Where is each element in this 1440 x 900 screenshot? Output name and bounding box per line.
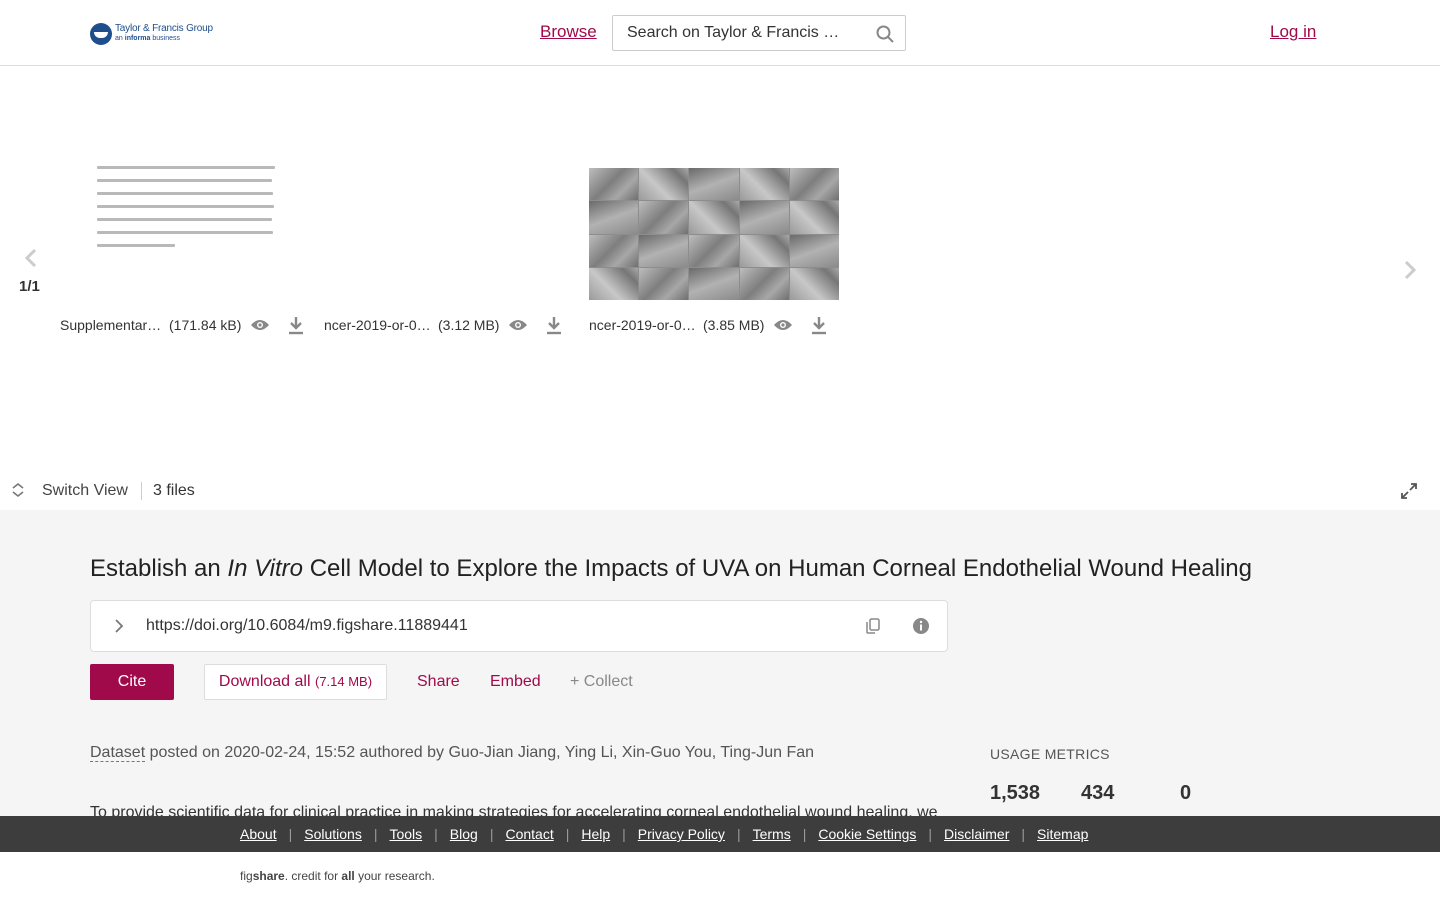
- footer-link-help[interactable]: Help: [581, 826, 610, 842]
- file-name[interactable]: ncer-2019-or-0045-File003.tif: [589, 317, 697, 333]
- file-item: ncer-2019-or-0045-File002.tif (3.12 MB): [324, 314, 565, 336]
- logo-sub: an informa business: [115, 35, 181, 42]
- cite-button[interactable]: Cite: [90, 664, 174, 700]
- logo-mark-icon: [90, 23, 112, 45]
- page-title: Establish an In Vitro Cell Model to Expl…: [90, 555, 1252, 582]
- browse-link[interactable]: Browse: [540, 22, 597, 42]
- item-type-label[interactable]: Dataset: [90, 744, 146, 762]
- toolbar-divider: [141, 482, 142, 500]
- footer-link-sitemap[interactable]: Sitemap: [1037, 826, 1088, 842]
- page-count: 1/1: [19, 278, 40, 295]
- footer-bottom: figshare. credit for all your research.: [0, 852, 1440, 900]
- footer-link-contact[interactable]: Contact: [505, 826, 553, 842]
- footer-link-tools[interactable]: Tools: [389, 826, 422, 842]
- switch-view-button[interactable]: Switch View: [42, 482, 128, 500]
- metric-downloads: 434: [1081, 782, 1115, 804]
- eye-icon[interactable]: [507, 314, 529, 336]
- file-item: ncer-2019-or-0045-File003.tif (3.85 MB): [589, 314, 830, 336]
- description: To provide scientific data for clinical …: [90, 804, 938, 816]
- file-name[interactable]: Supplementary_Figure_S1.docx: [60, 317, 163, 333]
- search-icon[interactable]: [875, 24, 895, 44]
- article-details: Establish an In Vitro Cell Model to Expl…: [0, 510, 1440, 816]
- footer-link-solutions[interactable]: Solutions: [304, 826, 362, 842]
- footer-link-cookie-settings[interactable]: Cookie Settings: [818, 826, 916, 842]
- download-all-button[interactable]: Download all (7.14 MB): [204, 664, 387, 700]
- chevron-left-icon[interactable]: [16, 243, 46, 273]
- download-icon[interactable]: [808, 314, 830, 336]
- file-size: (171.84 kB): [169, 317, 242, 333]
- doi-box: https://doi.org/10.6084/m9.figshare.1188…: [90, 600, 948, 652]
- file-viewer: 1/1 Supplementary_Figure_S1.docx (171.84…: [0, 66, 1440, 510]
- download-icon[interactable]: [285, 314, 307, 336]
- posted-info: Dataset posted on 2020-02-24, 15:52 auth…: [90, 744, 815, 762]
- metric-citations: 0: [1180, 782, 1192, 804]
- file-thumbnail-document[interactable]: [95, 166, 280, 261]
- eye-icon[interactable]: [772, 314, 794, 336]
- login-link[interactable]: Log in: [1270, 22, 1316, 42]
- file-size: (3.85 MB): [703, 317, 765, 333]
- file-item: Supplementary_Figure_S1.docx (171.84 kB): [60, 314, 307, 336]
- copy-icon[interactable]: [863, 616, 883, 636]
- file-size: (3.12 MB): [438, 317, 500, 333]
- search-box: [612, 15, 906, 51]
- footer-link-terms[interactable]: Terms: [753, 826, 791, 842]
- footer-link-disclaimer[interactable]: Disclaimer: [944, 826, 1009, 842]
- footer-links: About | Solutions | Tools | Blog | Contact | …: [240, 826, 1089, 842]
- collect-button[interactable]: + Collect: [570, 673, 633, 691]
- expand-icon[interactable]: [1400, 482, 1418, 500]
- files-count: 3 files: [153, 482, 195, 499]
- figshare-tagline: figshare. credit for all your research.: [240, 869, 435, 883]
- doi-link[interactable]: https://doi.org/10.6084/m9.figshare.1188…: [146, 617, 468, 635]
- footer-link-blog[interactable]: Blog: [450, 826, 478, 842]
- file-thumbnail-image[interactable]: [589, 168, 839, 300]
- eye-icon[interactable]: [249, 314, 271, 336]
- share-button[interactable]: Share: [417, 673, 460, 691]
- site-header: Taylor & Francis Group an informa busine…: [0, 0, 1440, 66]
- download-icon[interactable]: [543, 314, 565, 336]
- info-icon[interactable]: [911, 616, 931, 636]
- embed-button[interactable]: Embed: [490, 673, 541, 691]
- footer-link-privacy[interactable]: Privacy Policy: [638, 826, 725, 842]
- search-input[interactable]: [627, 24, 857, 42]
- metric-views: 1,538: [990, 782, 1041, 804]
- logo-name: Taylor & Francis Group: [115, 23, 213, 34]
- chevron-right-icon[interactable]: [109, 616, 129, 636]
- footer-bar: About | Solutions | Tools | Blog | Contact | …: [0, 816, 1440, 852]
- file-name[interactable]: ncer-2019-or-0045-File002.tif: [324, 317, 432, 333]
- viewer-toolbar: Switch View 3 files: [0, 470, 1440, 510]
- switch-view-icon[interactable]: [10, 482, 26, 498]
- footer-link-about[interactable]: About: [240, 826, 277, 842]
- chevron-right-icon[interactable]: [1395, 255, 1425, 285]
- taylor-francis-logo[interactable]: Taylor & Francis Group an informa busine…: [90, 20, 215, 48]
- usage-metrics-title: USAGE METRICS: [990, 746, 1110, 762]
